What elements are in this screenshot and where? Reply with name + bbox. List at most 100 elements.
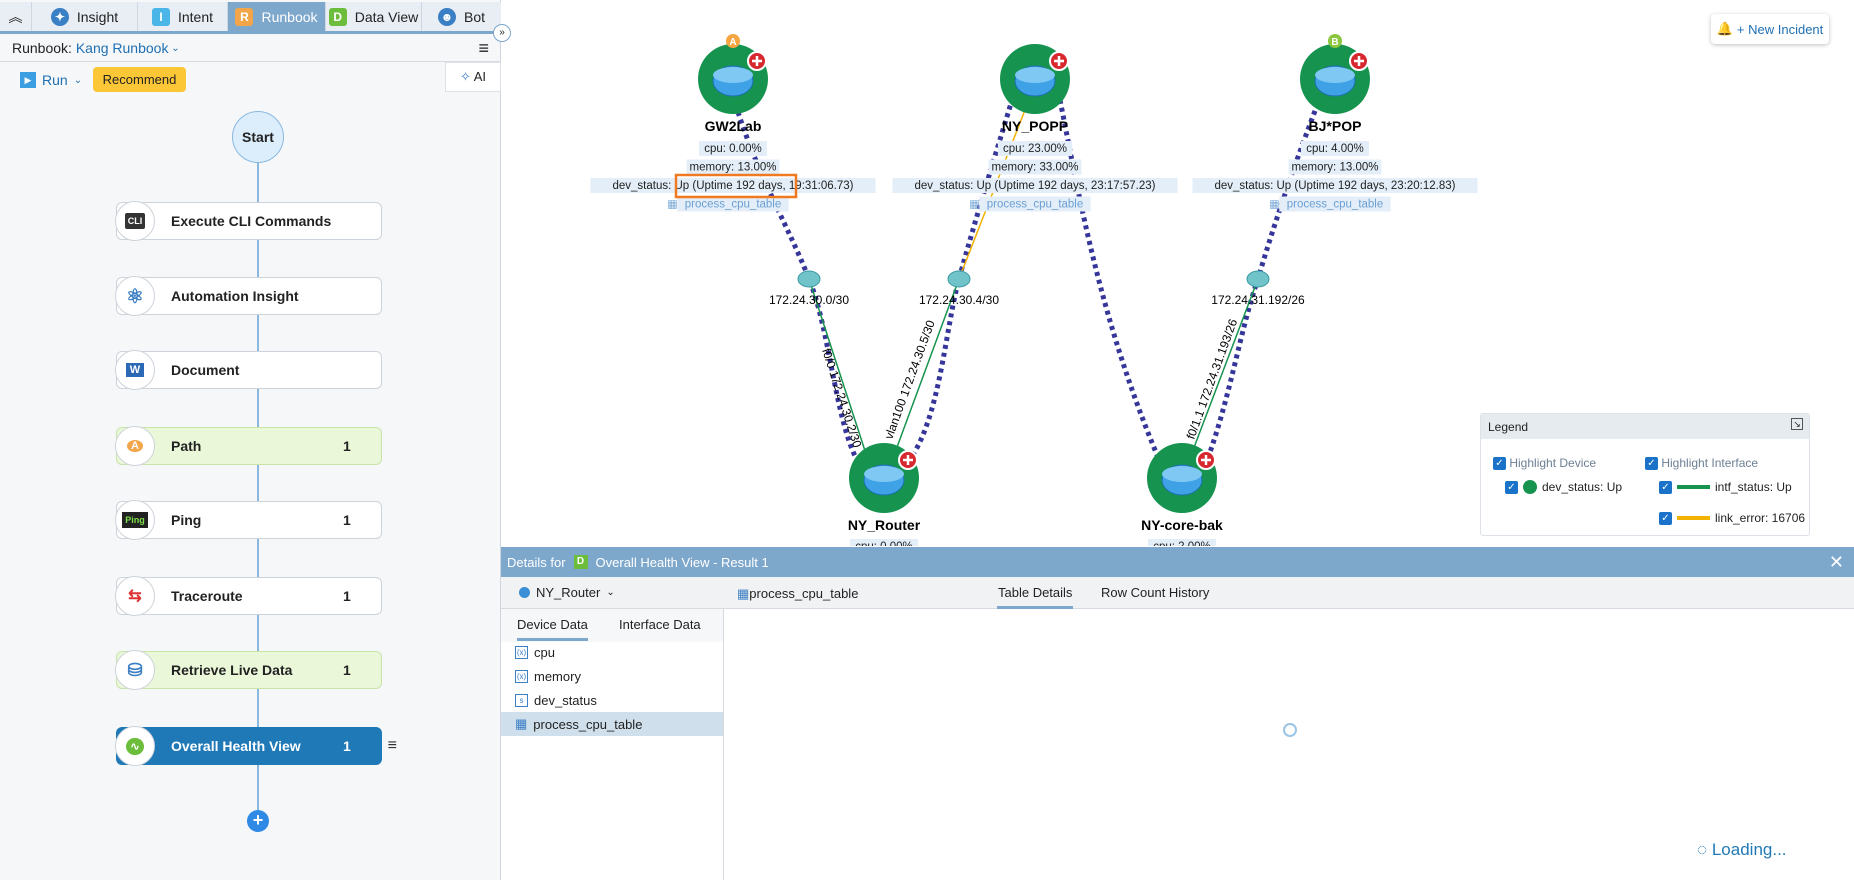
tab-label: Runbook — [261, 8, 318, 25]
list-item-selected[interactable]: ▦ process_cpu_table — [501, 712, 723, 736]
table-icon: ▦ — [1269, 199, 1279, 211]
legend-panel: Legend ↘ ✓ Highlight Device ✓ dev_status: … — [1480, 413, 1810, 536]
link-error-checkbox[interactable]: ✓ link_error: 16706 — [1659, 511, 1805, 525]
tab-runbook[interactable]: R Runbook — [228, 2, 326, 31]
legend-label: Highlight Interface — [1661, 456, 1759, 470]
spinner-icon — [1283, 723, 1297, 737]
flow-node-ping[interactable]: Ping Ping 1 — [115, 500, 382, 540]
dev-status-checkbox[interactable]: ✓ dev_status: Up — [1505, 480, 1622, 494]
bell-icon: 🔔 — [1716, 21, 1733, 36]
loading-text: Loading... — [1711, 840, 1787, 859]
highlight-device-checkbox[interactable]: ✓ Highlight Device — [1493, 456, 1596, 471]
tab-bot[interactable]: ☻ Bot — [422, 2, 501, 31]
flow-node-document[interactable]: W Document — [115, 350, 382, 390]
tab-data-view[interactable]: D Data View — [326, 2, 422, 31]
list-item[interactable]: (x) cpu — [501, 640, 723, 664]
tab-row-count-history[interactable]: Row Count History — [1101, 585, 1209, 600]
device-cpu: cpu: 0.00% — [855, 541, 913, 546]
recommend-button[interactable]: Recommend — [93, 67, 186, 92]
tab-interface-data[interactable]: Interface Data — [619, 617, 701, 632]
node-menu-icon[interactable]: ≡ — [388, 737, 397, 755]
intf-link-error[interactable] — [958, 109, 1026, 280]
spinner-icon: ◌ — [1697, 840, 1708, 859]
tab-insight[interactable]: ✦ Insight — [32, 2, 138, 31]
legend-title: Legend — [1488, 420, 1529, 434]
resize-icon[interactable]: ↘ — [1791, 418, 1803, 430]
runbook-selector-row: Runbook: Kang Runbook ⌄ ≡ — [0, 35, 501, 62]
subnet-icon — [797, 270, 821, 288]
tab-table-details[interactable]: Table Details — [997, 577, 1074, 609]
checkbox-icon: ✓ — [1645, 457, 1658, 471]
runbook-panel: ︽ ✦ Insight I Intent R Runbook D Data View ☻… — [0, 0, 511, 880]
subnet-icon — [1246, 270, 1270, 288]
device-table-link[interactable]: process_cpu_table — [685, 199, 782, 211]
bot-icon: ☻ — [437, 7, 456, 26]
path-badge: B — [1331, 37, 1338, 48]
ai-button[interactable]: ✧ AI — [445, 62, 501, 92]
ping-icon: Ping — [115, 500, 155, 540]
menu-icon[interactable]: ≡ — [478, 38, 489, 59]
expand-panel-button[interactable]: » — [493, 24, 511, 42]
item-label: dev_status — [534, 692, 597, 708]
device-ny-router[interactable]: NY_Router cpu: 0.00% — [848, 443, 921, 546]
device-table-link[interactable]: process_cpu_table — [987, 199, 1084, 211]
node-count: 1 — [343, 512, 351, 528]
string-icon: s — [515, 693, 528, 707]
legend-label: dev_status: Up — [1542, 480, 1623, 494]
insight-ai-icon: ✦ — [50, 7, 69, 26]
runbook-label: Runbook: — [12, 40, 72, 56]
device-name: NY_POPP — [1002, 118, 1068, 134]
new-incident-button[interactable]: 🔔 + New Incident — [1711, 14, 1829, 44]
data-subtabs: Device Data Interface Data — [501, 609, 723, 642]
list-item[interactable]: (x) memory — [501, 664, 723, 688]
highlight-interface-checkbox[interactable]: ✓ Highlight Interface — [1645, 456, 1759, 471]
subnet-node[interactable]: 172.24.31.192/26 — [1211, 270, 1305, 307]
close-icon[interactable]: ✕ — [1829, 552, 1844, 573]
subnet-node[interactable]: 172.24.30.0/30 — [769, 270, 849, 307]
ai-label: AI — [473, 69, 487, 84]
flow-node-automation-insight[interactable]: ⚛ Automation Insight — [115, 276, 382, 316]
flow-node-retrieve-live-data[interactable]: ⛁ Retrieve Live Data 1 — [115, 650, 382, 690]
intf-status-checkbox[interactable]: ✓ intf_status: Up — [1659, 480, 1792, 494]
device-name: NY_Router — [536, 585, 601, 600]
node-count: 1 — [343, 438, 351, 454]
runbook-select[interactable]: Kang Runbook — [76, 40, 169, 56]
start-node[interactable]: Start — [232, 111, 284, 163]
device-ny-popp[interactable]: NY_POPP cpu: 23.00% memory: 33.00% dev_stat… — [892, 44, 1178, 212]
legend-label: intf_status: Up — [1715, 480, 1792, 494]
table-icon: ▦ — [969, 199, 979, 211]
variable-icon: (x) — [515, 669, 528, 683]
link-ny-popp-ny-core-bak[interactable] — [1057, 99, 1163, 463]
device-name: GW2Lab — [705, 118, 762, 134]
table-icon: ▦ — [667, 199, 677, 211]
top-tabs: ︽ ✦ Insight I Intent R Runbook D Data View ☻… — [0, 2, 501, 34]
run-button[interactable]: ▶ Run ⌄ — [20, 72, 82, 88]
item-label: process_cpu_table — [533, 716, 643, 732]
tab-device-data[interactable]: Device Data — [517, 617, 588, 641]
tab-intent[interactable]: I Intent — [138, 2, 228, 31]
subnet-node[interactable]: 172.24.30.4/30 — [919, 270, 999, 307]
add-step-button[interactable]: + — [247, 810, 269, 832]
flow-node-traceroute[interactable]: ⇆ Traceroute 1 — [115, 576, 382, 616]
device-name: NY_Router — [848, 517, 921, 533]
collapse-up-button[interactable]: ︽ — [0, 2, 32, 31]
device-gw2lab[interactable]: A GW2Lab cpu: 0.00% memory: 13.00% dev_statu… — [590, 34, 876, 212]
data-view-icon: D — [328, 7, 347, 26]
item-label: cpu — [534, 644, 555, 660]
node-label: Overall Health View — [171, 738, 301, 754]
node-label: Traceroute — [171, 588, 243, 604]
subnet-label: 172.24.30.0/30 — [769, 293, 849, 307]
table-name: ▦process_cpu_table — [737, 586, 858, 602]
router-top — [864, 466, 904, 482]
device-ny-core-bak[interactable]: NY-core-bak cpu: 2.00% — [1141, 443, 1223, 546]
router-icon — [519, 587, 530, 598]
device-bj-pop[interactable]: B BJ*POP cpu: 4.00% memory: 13.00% dev_statu… — [1192, 34, 1478, 212]
subnet-label: 172.24.30.4/30 — [919, 293, 999, 307]
device-table-link[interactable]: process_cpu_table — [1287, 199, 1384, 211]
flow-node-path[interactable]: A Path 1 — [115, 426, 382, 466]
flow-node-execute-cli-commands[interactable]: CLI Execute CLI Commands — [115, 201, 382, 241]
device-cpu: cpu: 2.00% — [1153, 541, 1211, 546]
flow-node-overall-health-view[interactable]: ∿ Overall Health View 1 ≡ — [115, 726, 397, 766]
list-item[interactable]: s dev_status — [501, 688, 723, 712]
device-select[interactable]: NY_Router ⌄ — [519, 585, 615, 600]
